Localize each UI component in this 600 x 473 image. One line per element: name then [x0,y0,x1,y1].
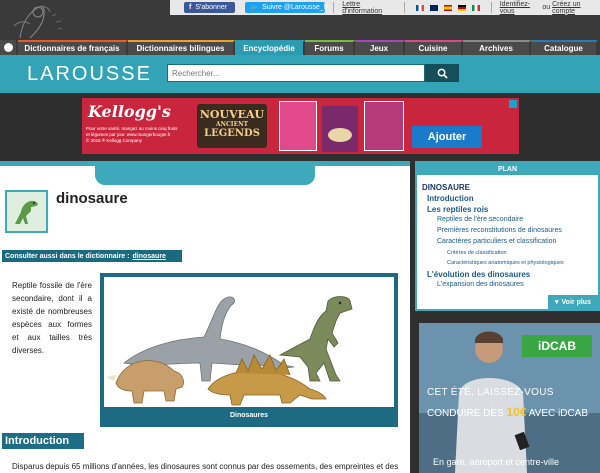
toc-item[interactable]: L'évolution des dinosaures [427,270,530,279]
toc-item[interactable]: Les reptiles rois [427,205,488,214]
larousse-sower-logo[interactable] [0,0,95,40]
nav-forums[interactable]: Forums [305,40,355,55]
top-bar: f S'abonner 🐦 Suivre @Larousse_fr Lettre… [0,0,600,40]
toc-item[interactable]: Reptiles de l'ère secondaire [437,216,523,223]
ad-line-3: En gare, aéroport et centre-ville [433,457,560,467]
divider [490,2,492,13]
toc-item[interactable]: Premières reconstitutions de dinosaures [437,227,562,234]
toc-item[interactable]: L'expansion des dinosaures [437,281,524,288]
flag-uk-icon[interactable] [429,4,438,11]
ad-small-text: Pour votre santé, mangez au moins cinq f… [86,126,186,144]
toc-item[interactable]: Caractères particuliers et classificatio… [437,238,556,245]
search-icon [437,68,448,79]
article-thumbnail[interactable] [5,190,48,233]
page-title: dinosaure [56,190,128,207]
site-header: LAROUSSE [0,55,600,93]
see-also-bar: Consulter aussi dans le dictionnaire : d… [2,250,182,262]
divider [403,2,405,13]
article-lead: Reptile fossile de l'ère secondaire, don… [12,281,92,355]
ad-line-1: CET ÉTÉ, LAISSEZ-VOUS [427,387,554,398]
facebook-icon: f [189,4,192,11]
dinosaur-icon [7,192,46,231]
login-link[interactable]: Identifiez-vous [500,1,541,15]
flag-fr-icon[interactable] [415,4,424,11]
nav-dictionnaires-bilingues[interactable]: Dictionnaires bilingues [128,40,235,55]
twitter-label: Suivre @Larousse_fr [262,4,328,11]
nav-catalogue[interactable]: Catalogue [531,40,598,55]
toc-item[interactable]: Introduction [427,194,474,203]
nav-archives[interactable]: Archives [463,40,531,55]
search-button[interactable] [425,64,459,82]
nav-cuisine[interactable]: Cuisine [405,40,463,55]
or-text: ou [542,4,551,11]
toc-item[interactable]: Critères de classification [447,250,507,256]
ad-copyright: © 2016 ® Kellogg Company [86,138,142,143]
see-also-dictionary-link[interactable]: dinosaure [132,253,165,260]
article-body-text: Disparus depuis 65 millions d'années, le… [12,462,399,471]
kelloggs-logo: Kellogg's [88,102,171,121]
top-utility-strip: f S'abonner 🐦 Suivre @Larousse_fr Lettre… [170,0,600,15]
toc-see-more-label: Voir plus [561,298,591,306]
ad-headline: NOUVEAU ANCIENT LEGENDS [197,104,267,148]
divider [333,2,335,13]
table-of-contents: PLAN DINOSAURE Introduction Les reptiles… [415,161,600,311]
kelloggs-ad-banner[interactable]: Kellogg's Pour votre santé, mangez au mo… [82,98,519,154]
idcab-side-ad[interactable]: iDCAB CET ÉTÉ, LAISSEZ-VOUS CONDUIRE DÈS… [419,323,600,473]
home-button[interactable] [0,40,18,55]
figure-caption: Dinosaures [229,411,269,419]
idcab-logo: iDCAB [522,335,592,357]
dinosaurs-illustration [104,277,394,407]
toc-heading: PLAN [417,163,598,175]
dinosaurs-figure[interactable]: Dinosaures [100,273,398,427]
nav-encyclopedie[interactable]: Encyclopédie [235,40,305,55]
search-input[interactable] [167,64,425,82]
twitter-icon: 🐦 [250,4,260,12]
brand-logo[interactable]: LAROUSSE [27,63,152,86]
language-flags [413,4,483,11]
facebook-subscribe-button[interactable]: f S'abonner [184,2,236,13]
ad-price: 10€ [506,405,527,419]
toc-item[interactable]: Caractéristiques anatomiques et physiolo… [447,260,564,266]
ad-add-button[interactable]: Ajouter [412,126,482,148]
nav-jeux[interactable]: Jeux [355,40,405,55]
toc-item[interactable]: DINOSAURE [422,183,470,192]
twitter-follow-button[interactable]: 🐦 Suivre @Larousse_fr [245,2,328,13]
cereal-bowl [328,128,352,142]
cereal-box-magenta [364,101,404,151]
toc-see-more-button[interactable]: ▾ Voir plus [548,295,598,309]
ad-line-2-suffix: AVEC iDCAB [528,408,589,419]
see-also-label: Consulter aussi dans le dictionnaire : [5,252,130,260]
facebook-label: S'abonner [195,4,228,11]
register-link[interactable]: Créez un compte [552,1,600,15]
flag-de-icon[interactable] [457,4,466,11]
cereal-box-pink [279,101,317,151]
newsletter-link[interactable]: Lettre d'information [342,1,396,15]
ad-headline-2: ANCIENT [215,121,249,128]
home-icon [3,43,13,52]
nav-dictionnaires-francais[interactable]: Dictionnaires de français [18,40,128,55]
main-navigation: Dictionnaires de français Dictionnaires … [0,40,600,55]
ad-headline-1: NOUVEAU [199,108,265,121]
ad-headline-3: LEGENDS [204,128,260,139]
section-heading-introduction: Introduction [2,433,84,449]
flag-it-icon[interactable] [471,4,480,11]
ad-line-2: CONDUIRE DÈS 10€ AVEC iDCAB [427,405,588,419]
flag-es-icon[interactable] [443,4,452,11]
chevron-down-icon: ▾ [555,299,559,306]
content-tab [95,161,315,185]
adchoices-icon[interactable] [509,100,517,108]
ad-line-2-prefix: CONDUIRE DÈS [427,408,504,419]
